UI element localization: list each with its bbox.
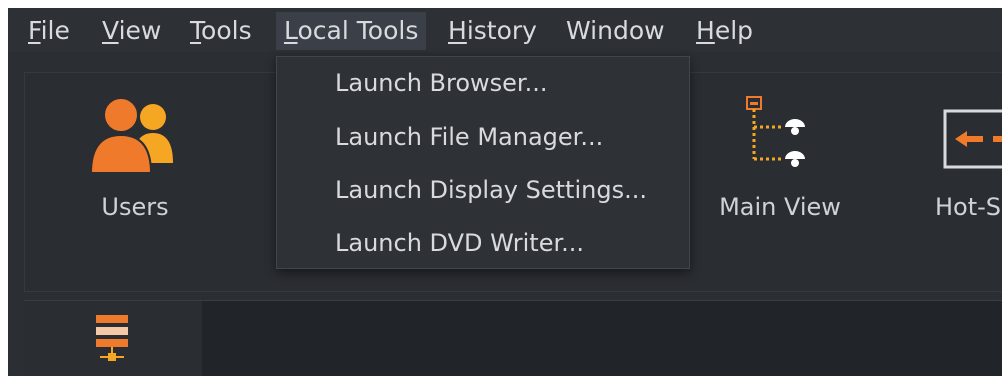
application-window: File View Tools Local Tools History Wind… <box>8 8 1002 376</box>
menu-history[interactable]: History <box>440 12 545 50</box>
main-view-icon <box>746 96 805 167</box>
server-tab[interactable] <box>24 301 202 376</box>
menu-local-tools[interactable]: Local Tools <box>276 12 426 50</box>
menu-item-launch-file-manager[interactable]: Launch File Manager... <box>335 117 603 157</box>
menu-window[interactable]: Window <box>558 12 673 50</box>
main-view-label: Main View <box>719 193 841 221</box>
hotspot-button[interactable]: Hot-Sp <box>925 83 1002 233</box>
menu-item-launch-dvd-writer[interactable]: Launch DVD Writer... <box>335 223 584 263</box>
users-label: Users <box>101 193 169 221</box>
menu-help[interactable]: Help <box>688 12 761 50</box>
users-icon <box>89 97 173 174</box>
main-view-button[interactable]: Main View <box>715 83 845 233</box>
menu-item-launch-display-settings[interactable]: Launch Display Settings... <box>335 170 647 210</box>
menu-tools[interactable]: Tools <box>182 12 260 50</box>
menu-file[interactable]: File <box>20 12 78 50</box>
hotspot-icon <box>943 109 1002 169</box>
users-button[interactable]: Users <box>65 83 205 233</box>
menu-view[interactable]: View <box>94 12 169 50</box>
local-tools-dropdown: Launch Browser... Launch File Manager...… <box>276 56 690 269</box>
bottom-panel <box>24 300 1002 376</box>
menu-item-launch-browser[interactable]: Launch Browser... <box>335 63 547 103</box>
server-icon <box>96 315 128 361</box>
hotspot-label: Hot-Sp <box>935 193 1002 221</box>
menu-bar: File View Tools Local Tools History Wind… <box>8 8 1002 52</box>
